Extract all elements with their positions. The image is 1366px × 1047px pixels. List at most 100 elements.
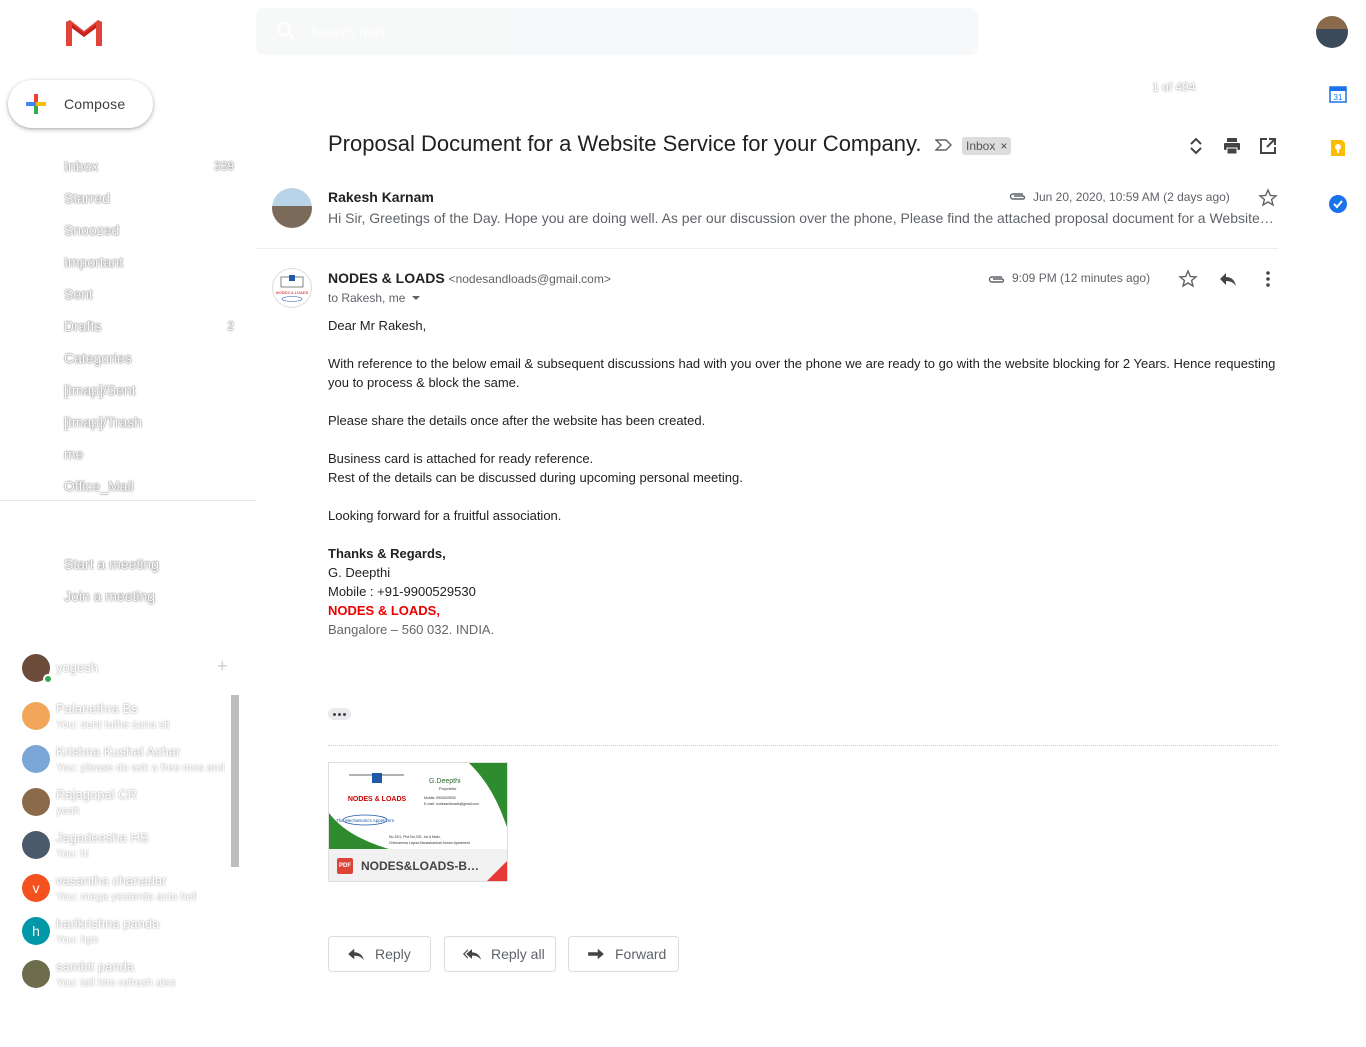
pdf-icon: PDF [337,858,353,874]
message-body: Dear Mr Rakesh, With reference to the be… [328,316,1278,639]
attachment-footer[interactable]: PDF NODES&LOADS-Bu... [329,849,507,881]
attachment-card[interactable]: NODES & LOADS The Mechatronics Appetizer… [328,762,508,882]
avatar[interactable]: NODES & LOADS [272,268,312,308]
nav-label: Inbox [64,158,99,174]
importance-marker-icon[interactable] [934,138,953,152]
account-avatar[interactable] [1316,16,1348,48]
attachment-icon [987,272,1005,284]
online-status-icon [43,674,53,684]
avatar [22,745,50,773]
sidebar-item-sent[interactable]: Sent [64,278,234,310]
nav-label: Snoozed [64,222,120,238]
body-paragraph: Please share the details once after the … [328,413,706,428]
sidebar-item-inbox[interactable]: Inbox 339 [64,150,234,182]
star-icon[interactable] [1258,188,1278,208]
body-paragraph: Looking forward for a fruitful associati… [328,508,562,523]
contact-message: yeah [56,805,80,817]
print-icon[interactable] [1222,136,1242,156]
expand-all-icon[interactable] [1186,136,1206,156]
nav-label: Categories [64,350,132,366]
svg-text:G.Deepthi: G.Deepthi [429,778,461,785]
search-bar[interactable]: Search mail [256,8,978,55]
file-corner-icon [487,861,507,881]
avatar [22,788,50,816]
contact-name: Krishna Kushal Achar [56,744,181,759]
star-icon[interactable] [1178,269,1198,289]
body-paragraph: Rest of the details can be discussed dur… [328,470,743,485]
sidebar-item-me[interactable]: me [64,438,234,470]
nav-label: Important [64,254,124,270]
forward-button[interactable]: Forward [568,936,679,972]
reply-button[interactable]: Reply [328,936,431,972]
list-item[interactable]: Krishna Kushal Achar You: please do ask … [22,743,237,786]
compose-button[interactable]: Compose [8,80,153,128]
sidebar-item-office-mail[interactable]: Office_Mail [64,470,234,502]
meet-section: Start a meeting Join a meeting [64,548,234,612]
more-options-icon[interactable] [1264,270,1272,288]
list-item[interactable]: v vasantha chanadar You: mega yesterde a… [22,872,237,915]
sidebar-item-starred[interactable]: Starred [64,182,234,214]
gmail-logo[interactable] [64,18,104,48]
label-chip-inbox: Inbox × [962,137,1012,155]
sidebar-item-important[interactable]: Important [64,246,234,278]
sidebar-item-imap-trash[interactable]: [Imap]/Trash [64,406,234,438]
business-card-preview: NODES & LOADS The Mechatronics Appetizer… [329,763,507,849]
add-contact-icon[interactable]: + [217,656,228,677]
sidebar-item-imap-sent[interactable]: [Imap]/Sent [64,374,234,406]
start-meeting-link[interactable]: Start a meeting [64,548,234,580]
calendar-icon[interactable]: 31 [1328,84,1348,104]
signature-address: Bangalore – 560 032. INDIA. [328,622,495,637]
contact-message: You: sent tuthe sana sit [56,719,170,731]
tasks-icon[interactable] [1328,194,1348,214]
forward-icon [588,948,604,960]
sender-line: NODES & LOADS <nodesandloads@gmail.com> [328,270,611,286]
remove-label-icon[interactable]: × [1000,139,1007,153]
sidebar-item-drafts[interactable]: Drafts 2 [64,310,234,342]
attachment-name: NODES&LOADS-Bu... [361,859,481,873]
nav-label: [Imap]/Sent [64,382,136,398]
search-input[interactable]: Search mail [311,24,385,40]
attachment-divider [328,745,1278,746]
sidebar-item-categories[interactable]: Categories [64,342,234,374]
body-greeting: Dear Mr Rakesh, [328,318,427,333]
hangouts-user[interactable]: yogesh + [22,654,237,684]
reply-all-button[interactable]: Reply all [444,936,556,972]
message-snippet[interactable]: Hi Sir, Greetings of the Day. Hope you a… [328,210,1276,226]
chevron-down-icon[interactable] [411,295,421,301]
contact-message: You: hi [56,848,90,860]
nav-label: Office_Mail [64,478,134,494]
contact-message: You: hpn [56,934,100,946]
forward-label: Forward [615,946,667,962]
contacts-scrollbar[interactable] [231,695,239,867]
list-item[interactable]: Jagadeesha HS You: hi [22,829,237,872]
nav-count: 2 [227,319,234,333]
show-trimmed-content-button[interactable] [328,708,351,720]
reply-icon[interactable] [1218,270,1238,288]
contact-name: sambit panda [56,959,135,974]
search-icon[interactable] [276,21,296,41]
contact-name: Rajagopal CR [56,787,137,802]
message-date: 9:09 PM (12 minutes ago) [1012,271,1151,285]
label-chip-text: Inbox [966,139,996,153]
list-item[interactable]: Rajagopal CR yeah [22,786,237,829]
signature-closing: Thanks & Regards, [328,546,446,561]
keep-icon[interactable] [1328,138,1348,158]
pagination-text: 1 of 404 [1152,80,1196,94]
svg-text:Chinnamma Layout,Banashankari: Chinnamma Layout,Banashankari Aurum Apar… [389,841,470,845]
list-item[interactable]: Palanethra Bs You: sent tuthe sana sit [22,700,237,743]
svg-text:No.19/1, Plot No.292, 1st A Ma: No.19/1, Plot No.292, 1st A Main, [389,835,441,839]
list-item[interactable]: h harikrishna panda You: hpn [22,915,237,958]
sender-name[interactable]: NODES & LOADS [328,270,445,286]
hangouts-contacts: Palanethra Bs You: sent tuthe sana sit K… [22,700,237,1001]
join-meeting-link[interactable]: Join a meeting [64,580,234,612]
open-in-new-window-icon[interactable] [1258,136,1278,156]
reply-icon [348,948,364,961]
avatar[interactable] [272,188,312,228]
sender-name[interactable]: Rakesh Karnam [328,189,434,205]
avatar [22,831,50,859]
recipients-line[interactable]: to Rakesh, me [328,291,421,305]
sidebar-item-snoozed[interactable]: Snoozed [64,214,234,246]
nav-label: me [64,446,84,462]
list-item[interactable]: sambit panda You: tell him refresh also [22,958,237,1001]
sidebar-nav: Inbox 339 Starred Snoozed Important Sent … [64,150,234,502]
